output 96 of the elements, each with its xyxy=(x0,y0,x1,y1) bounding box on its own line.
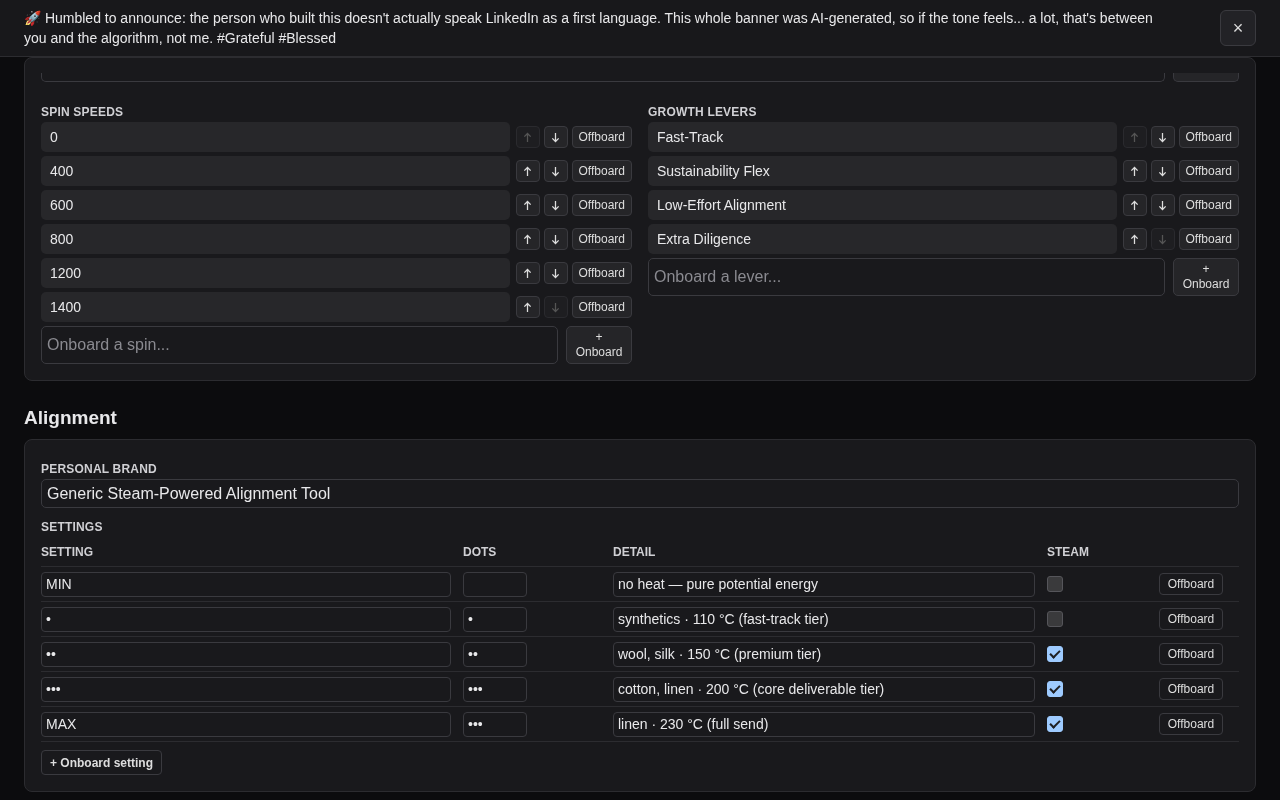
detail-input-field[interactable]: no heat — pure potential energy xyxy=(613,571,1035,597)
offboard-button[interactable]: Offboard xyxy=(571,262,632,284)
arrow-up-icon xyxy=(523,131,532,143)
add-input-field[interactable]: Onboard a lever... xyxy=(648,258,1165,296)
detail-input-field[interactable]: cotton, linen · 200 °C (core deliverable tier) xyxy=(613,676,1035,702)
setting-input-field[interactable]: • xyxy=(41,606,451,632)
move-up-button[interactable] xyxy=(1122,194,1147,216)
offboard-button[interactable]: Offboard xyxy=(1159,573,1223,595)
arrow-up-icon xyxy=(1130,165,1139,177)
column-header: DOTS xyxy=(463,545,498,559)
move-down-button[interactable] xyxy=(1150,160,1175,182)
arrow-up-icon xyxy=(1130,233,1139,245)
move-down-button[interactable] xyxy=(543,194,568,216)
arrow-down-icon xyxy=(551,267,560,279)
steam-checkbox[interactable] xyxy=(1047,611,1063,627)
brand-input-field[interactable]: Generic Steam-Powered Alignment Tool xyxy=(41,479,1239,508)
move-up-button[interactable] xyxy=(515,194,540,216)
offboard-button[interactable]: Offboard xyxy=(571,228,632,250)
move-up-button[interactable] xyxy=(515,160,540,182)
arrow-up-icon xyxy=(523,301,532,313)
dots-input-field[interactable]: ••• xyxy=(463,676,527,702)
section-label: SPIN SPEEDS xyxy=(41,105,125,119)
setting-input-field[interactable]: •• xyxy=(41,641,451,667)
offboard-button[interactable]: Offboard xyxy=(1178,160,1239,182)
dots-input-field[interactable]: •• xyxy=(463,641,527,667)
arrow-down-icon xyxy=(1158,165,1167,177)
move-up-button[interactable] xyxy=(515,296,540,318)
column-header: STEAM xyxy=(1047,545,1090,559)
detail-input-field[interactable]: linen · 230 °C (full send) xyxy=(613,711,1035,737)
field-label: PERSONAL BRAND xyxy=(41,462,158,476)
add-input-field[interactable] xyxy=(41,73,1165,82)
list-item-field[interactable]: Sustainability Flex xyxy=(648,156,1117,186)
move-down-button[interactable] xyxy=(543,160,568,182)
banner-text: 🚀 Humbled to announce: the person who built this doesn't actually speak LinkedIn as a first language. This whole banner was AI-generated, so if the tone feels... a lot, that's between you and the algorithm, not me. #Grateful #Blessed xyxy=(24,9,1154,48)
offboard-button[interactable]: Offboard xyxy=(1159,713,1223,735)
add-input-field[interactable]: Onboard a spin... xyxy=(41,326,558,364)
dots-input-field[interactable] xyxy=(463,571,527,597)
offboard-button[interactable]: Offboard xyxy=(571,194,632,216)
offboard-button[interactable]: Offboard xyxy=(1159,608,1223,630)
column-header: SETTING xyxy=(41,545,94,559)
section-label: GROWTH LEVERS xyxy=(648,105,758,119)
section-label: SETTINGS xyxy=(41,520,104,534)
arrow-down-icon xyxy=(551,165,560,177)
onboard-button[interactable]: + Onboard xyxy=(566,326,632,364)
move-down-button[interactable] xyxy=(543,262,568,284)
offboard-button[interactable]: Offboard xyxy=(1159,643,1223,665)
list-item-field[interactable]: 0 xyxy=(41,122,510,152)
move-up-button[interactable] xyxy=(515,228,540,250)
offboard-button[interactable]: Offboard xyxy=(1178,126,1239,148)
arrow-down-icon xyxy=(1158,199,1167,211)
list-item-field[interactable]: 600 xyxy=(41,190,510,220)
list-item-field[interactable]: Low-Effort Alignment xyxy=(648,190,1117,220)
arrow-down-icon xyxy=(551,199,560,211)
arrow-up-icon xyxy=(523,233,532,245)
steam-checkbox[interactable] xyxy=(1047,576,1063,592)
close-button[interactable]: × xyxy=(1220,10,1256,46)
move-up-button[interactable] xyxy=(1122,160,1147,182)
arrow-up-icon xyxy=(523,165,532,177)
setting-input-field[interactable]: MAX xyxy=(41,711,451,737)
dots-input-field[interactable]: ••• xyxy=(463,711,527,737)
arrow-up-icon xyxy=(1130,131,1139,143)
arrow-up-icon xyxy=(523,267,532,279)
offboard-button[interactable]: Offboard xyxy=(1178,228,1239,250)
move-down-button[interactable] xyxy=(543,126,568,148)
column-header: DETAIL xyxy=(613,545,657,559)
move-down-button[interactable] xyxy=(1150,194,1175,216)
offboard-button[interactable]: Offboard xyxy=(571,160,632,182)
arrow-down-icon xyxy=(1158,233,1167,245)
list-item-field[interactable]: Extra Diligence xyxy=(648,224,1117,254)
move-up-button[interactable] xyxy=(515,262,540,284)
detail-input-field[interactable]: synthetics · 110 °C (fast-track tier) xyxy=(613,606,1035,632)
arrow-down-icon xyxy=(1158,131,1167,143)
move-up-button[interactable] xyxy=(1122,228,1147,250)
move-down-button[interactable] xyxy=(543,228,568,250)
arrow-down-icon xyxy=(551,131,560,143)
list-item-field[interactable]: Fast-Track xyxy=(648,122,1117,152)
list-item-field[interactable]: 400 xyxy=(41,156,510,186)
arrow-up-icon xyxy=(523,199,532,211)
move-down-button[interactable] xyxy=(1150,126,1175,148)
arrow-up-icon xyxy=(1130,199,1139,211)
detail-input-field[interactable]: wool, silk · 150 °C (premium tier) xyxy=(613,641,1035,667)
offboard-button[interactable]: Offboard xyxy=(1178,194,1239,216)
onboard-setting-button[interactable]: + Onboard setting xyxy=(41,750,162,775)
arrow-down-icon xyxy=(551,233,560,245)
offboard-button[interactable]: Offboard xyxy=(571,296,632,318)
list-item-field[interactable]: 800 xyxy=(41,224,510,254)
list-item-field[interactable]: 1400 xyxy=(41,292,510,322)
setting-input-field[interactable]: ••• xyxy=(41,676,451,702)
offboard-button[interactable]: Offboard xyxy=(571,126,632,148)
onboard-button[interactable]: + Onboard xyxy=(1173,258,1239,296)
setting-input-field[interactable]: MIN xyxy=(41,571,451,597)
offboard-button[interactable]: Offboard xyxy=(1159,678,1223,700)
arrow-down-icon xyxy=(551,301,560,313)
list-item-field[interactable]: 1200 xyxy=(41,258,510,288)
section-heading: Alignment xyxy=(24,407,118,429)
dots-input-field[interactable]: • xyxy=(463,606,527,632)
